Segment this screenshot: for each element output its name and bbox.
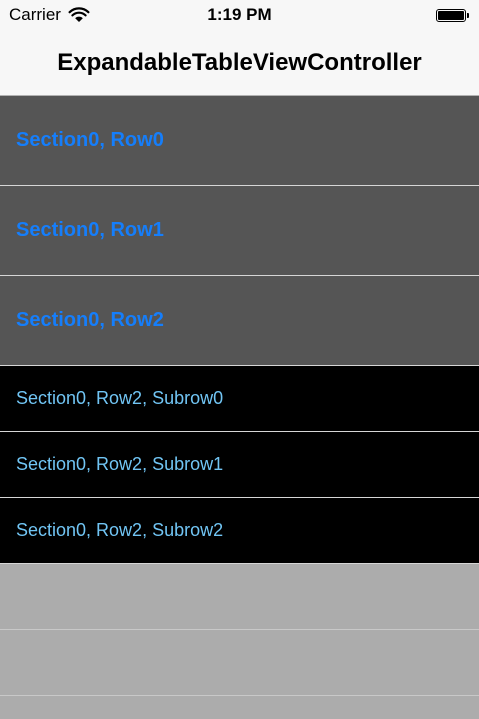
battery-icon bbox=[436, 8, 470, 23]
table-subrow-1[interactable]: Section0, Row2, Subrow1 bbox=[0, 432, 479, 498]
subrow-label: Section0, Row2, Subrow0 bbox=[16, 388, 224, 408]
page-title: ExpandableTableViewController bbox=[57, 49, 422, 76]
status-bar: Carrier 1:19 PM bbox=[0, 0, 479, 32]
subrow-label: Section0, Row2, Subrow2 bbox=[16, 520, 224, 540]
clock-time: 1:19 PM bbox=[207, 5, 272, 24]
navigation-bar: ExpandableTableViewController bbox=[0, 32, 479, 96]
empty-row bbox=[0, 630, 479, 696]
subrow-label: Section0, Row2, Subrow1 bbox=[16, 454, 224, 474]
row-label: Section0, Row0 bbox=[16, 129, 164, 151]
row-label: Section0, Row2 bbox=[16, 309, 164, 331]
table-row-section0-row2[interactable]: Section0, Row2 bbox=[0, 276, 479, 366]
row-label: Section0, Row1 bbox=[16, 219, 164, 241]
table-subrow-2[interactable]: Section0, Row2, Subrow2 bbox=[0, 498, 479, 564]
table-subrow-0[interactable]: Section0, Row2, Subrow0 bbox=[0, 366, 479, 432]
expandable-table: Section0, Row0 Section0, Row1 Section0, … bbox=[0, 96, 479, 696]
table-row-section0-row1[interactable]: Section0, Row1 bbox=[0, 186, 479, 276]
empty-row bbox=[0, 564, 479, 630]
table-row-section0-row0[interactable]: Section0, Row0 bbox=[0, 96, 479, 186]
